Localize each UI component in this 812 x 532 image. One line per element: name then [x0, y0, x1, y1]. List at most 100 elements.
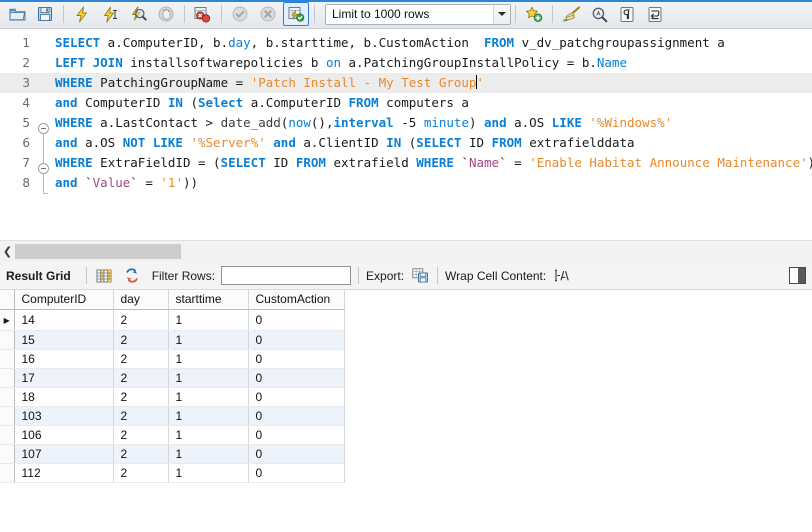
- column-header-computerid[interactable]: ComputerID: [14, 290, 114, 310]
- table-cell[interactable]: 2: [113, 444, 169, 464]
- save-disk-icon[interactable]: [32, 2, 58, 26]
- clear-broom-icon[interactable]: [558, 2, 584, 26]
- table-row[interactable]: 17 2 1 0: [0, 368, 345, 388]
- table-cell[interactable]: 0: [248, 444, 345, 464]
- table-cell[interactable]: 106: [14, 425, 114, 445]
- export-grid-disk-icon[interactable]: [410, 266, 430, 286]
- table-cell[interactable]: 2: [113, 330, 169, 350]
- table-row[interactable]: ▶ 14 2 1 0: [0, 309, 345, 331]
- table-cell[interactable]: 2: [113, 368, 169, 388]
- toolbar-divider: [63, 5, 64, 23]
- code-line-5[interactable]: 5 WHERE a.LastContact > date_add(now(),in…: [0, 113, 812, 133]
- execute-current-bolt-cursor-icon[interactable]: [97, 2, 123, 26]
- table-cell[interactable]: 0: [248, 425, 345, 445]
- code-line-7[interactable]: 7 WHERE ExtraFieldID = (SELECT ID FROM ex…: [0, 153, 812, 173]
- table-cell[interactable]: 1: [168, 368, 249, 388]
- table-cell[interactable]: 0: [248, 387, 345, 407]
- rollback-cross-icon[interactable]: [255, 2, 281, 26]
- row-selector[interactable]: [0, 444, 15, 464]
- table-cell[interactable]: 0: [248, 309, 345, 331]
- execute-bolt-icon[interactable]: [69, 2, 95, 26]
- table-cell[interactable]: 1: [168, 349, 249, 369]
- table-cell[interactable]: 2: [113, 309, 169, 331]
- table-cell[interactable]: 14: [14, 309, 114, 331]
- code-line-3[interactable]: 3 WHERE PatchingGroupName = 'Patch Instal…: [0, 73, 812, 93]
- table-row[interactable]: 18 2 1 0: [0, 387, 345, 407]
- row-selector[interactable]: [0, 406, 15, 426]
- column-header-customaction[interactable]: CustomAction: [248, 290, 345, 310]
- table-cell[interactable]: 1: [168, 309, 249, 331]
- table-cell[interactable]: 2: [113, 463, 169, 483]
- result-grid-view-icon[interactable]: [94, 266, 114, 286]
- scrollbar-track[interactable]: [15, 240, 812, 263]
- open-folder-icon[interactable]: [4, 2, 30, 26]
- table-cell[interactable]: 2: [113, 406, 169, 426]
- table-cell[interactable]: 1: [168, 444, 249, 464]
- code-line-6[interactable]: 6 and a.OS NOT LIKE '%Server%' and a.Clie…: [0, 133, 812, 153]
- table-cell[interactable]: 112: [14, 463, 114, 483]
- stop-hand-icon[interactable]: [153, 2, 179, 26]
- table-row[interactable]: 16 2 1 0: [0, 349, 345, 369]
- table-cell[interactable]: 2: [113, 349, 169, 369]
- table-cell[interactable]: 0: [248, 368, 345, 388]
- filter-rows-input[interactable]: [221, 266, 352, 285]
- column-header-day[interactable]: day: [113, 290, 169, 310]
- find-magnifier-icon[interactable]: [586, 2, 612, 26]
- row-selector[interactable]: [0, 387, 15, 407]
- wrap-lines-arrow-icon[interactable]: [642, 2, 668, 26]
- code-line-8[interactable]: 8 and `Value` = '1')): [0, 173, 812, 193]
- scrollbar-thumb[interactable]: [15, 243, 181, 259]
- table-row[interactable]: 103 2 1 0: [0, 406, 345, 426]
- result-grid[interactable]: ComputerID day starttime CustomAction ▶ 1…: [0, 290, 812, 532]
- row-selector[interactable]: [0, 463, 15, 483]
- table-cell[interactable]: 0: [248, 463, 345, 483]
- table-cell[interactable]: 17: [14, 368, 114, 388]
- row-selector[interactable]: [0, 349, 15, 369]
- table-cell[interactable]: 0: [248, 349, 345, 369]
- table-cell[interactable]: 2: [113, 387, 169, 407]
- row-selector[interactable]: [0, 425, 15, 445]
- column-header-starttime[interactable]: starttime: [168, 290, 249, 310]
- table-cell[interactable]: 107: [14, 444, 114, 464]
- table-cell[interactable]: 0: [248, 330, 345, 350]
- table-cell[interactable]: 15: [14, 330, 114, 350]
- code-lines-container[interactable]: 1 SELECT a.ComputerID, b.day, b.starttime…: [0, 29, 812, 193]
- editor-horizontal-scrollbar[interactable]: ❮: [0, 240, 812, 263]
- explain-magnifier-bolt-icon[interactable]: [125, 2, 151, 26]
- wrap-cell-content-icon[interactable]: [552, 266, 572, 286]
- code-line-4[interactable]: 4 and ComputerID IN (Select a.ComputerID …: [0, 93, 812, 113]
- table-cell[interactable]: 18: [14, 387, 114, 407]
- auto-commit-icon[interactable]: [283, 2, 309, 26]
- table-row[interactable]: 107 2 1 0: [0, 444, 345, 464]
- row-selector[interactable]: [0, 330, 15, 350]
- row-selector[interactable]: [0, 368, 15, 388]
- chevron-down-icon[interactable]: [493, 4, 510, 24]
- toggle-sidebar-panel-icon[interactable]: [789, 267, 806, 284]
- sql-code-editor[interactable]: 1 SELECT a.ComputerID, b.day, b.starttime…: [0, 29, 812, 240]
- table-cell[interactable]: 0: [248, 406, 345, 426]
- table-cell[interactable]: 2: [113, 425, 169, 445]
- row-limit-select[interactable]: Limit to 1000 rows: [325, 3, 511, 25]
- result-table[interactable]: ComputerID day starttime CustomAction ▶ 1…: [0, 290, 345, 483]
- line-number: 1: [22, 36, 30, 50]
- code-line-2[interactable]: 2 LEFT JOIN installsoftwarepolicies b on …: [0, 53, 812, 73]
- refresh-arrows-icon[interactable]: [122, 266, 142, 286]
- code-line-1[interactable]: 1 SELECT a.ComputerID, b.day, b.starttime…: [0, 33, 812, 53]
- table-cell[interactable]: 1: [168, 387, 249, 407]
- row-selector[interactable]: ▶: [0, 309, 15, 331]
- table-row[interactable]: 106 2 1 0: [0, 425, 345, 445]
- table-cell[interactable]: 103: [14, 406, 114, 426]
- table-cell[interactable]: 1: [168, 330, 249, 350]
- table-row[interactable]: 15 2 1 0: [0, 330, 345, 350]
- table-cell[interactable]: 1: [168, 463, 249, 483]
- beautify-star-icon[interactable]: [521, 2, 547, 26]
- result-table-body[interactable]: ▶ 14 2 1 0 15 2 1 0 16 2 1 0 17 2 1 0 18 2 1 0 103 2 1 0 106 2 1 0 10…: [0, 309, 345, 483]
- invisible-chars-pilcrow-icon[interactable]: [614, 2, 640, 26]
- table-cell[interactable]: 1: [168, 425, 249, 445]
- table-row[interactable]: 112 2 1 0: [0, 463, 345, 483]
- toggle-stop-on-error-icon[interactable]: [190, 2, 216, 26]
- table-cell[interactable]: 1: [168, 406, 249, 426]
- commit-check-icon[interactable]: [227, 2, 253, 26]
- scroll-left-chevron-icon[interactable]: ❮: [0, 241, 15, 263]
- table-cell[interactable]: 16: [14, 349, 114, 369]
